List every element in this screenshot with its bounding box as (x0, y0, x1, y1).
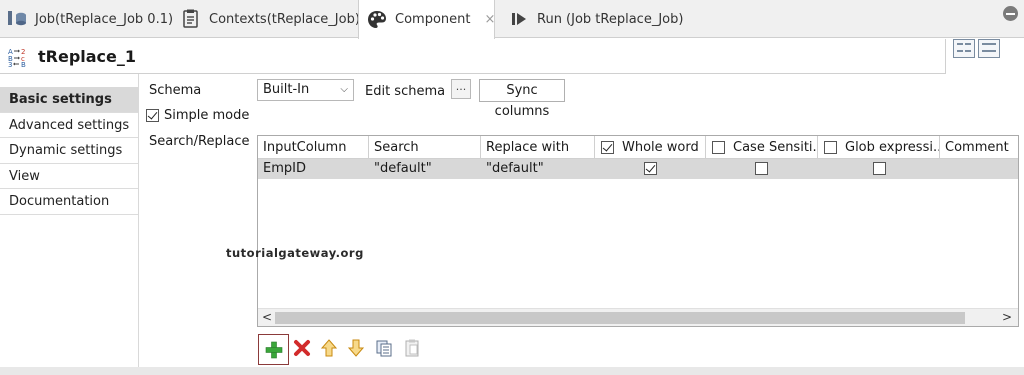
edit-schema-button[interactable]: ... (451, 79, 471, 99)
component-header: A B 3 2 c B tReplace_1 (0, 39, 946, 74)
col-case-sensitive-label: Case Sensiti... (733, 140, 818, 155)
schema-value: Built-In (263, 82, 310, 97)
cell-replace-with[interactable]: "default" (481, 159, 595, 179)
move-up-icon (320, 339, 338, 357)
nav-view[interactable]: View (0, 164, 138, 189)
col-input-column[interactable]: InputColumn (258, 136, 369, 159)
table-header: InputColumn Search Replace with Whole wo… (258, 136, 1018, 159)
search-replace-label: Search/Replace (149, 134, 250, 149)
scroll-left-icon[interactable]: < (262, 310, 272, 324)
editor-tab-strip: Job(tReplace_Job 0.1) Contexts(tReplace_… (0, 0, 1024, 39)
replace-component-icon: A B 3 2 c B (8, 46, 30, 69)
tab-contexts[interactable]: Contexts(tReplace_Job) (180, 0, 360, 38)
cell-input-column[interactable]: EmpID (258, 159, 369, 179)
horizontal-scrollbar[interactable]: < > (258, 308, 1018, 326)
nav-basic-settings[interactable]: Basic settings (0, 87, 138, 113)
sync-columns-button[interactable]: Sync columns (479, 79, 565, 119)
run-icon (508, 8, 530, 30)
watermark-text: tutorialgateway.org (226, 246, 364, 260)
tab-job-label: Job(tReplace_Job 0.1) (35, 11, 174, 27)
add-row-icon (265, 341, 282, 358)
col-replace-with[interactable]: Replace with (481, 136, 595, 159)
table-row[interactable]: EmpID "default" "default" (258, 159, 1018, 179)
delete-row-icon (294, 340, 310, 356)
scrollbar-thumb[interactable] (275, 312, 965, 324)
search-replace-table[interactable]: InputColumn Search Replace with Whole wo… (257, 135, 1019, 327)
edit-schema-label: Edit schema (365, 84, 446, 99)
tab-component[interactable]: Component × (358, 0, 495, 39)
move-up-button[interactable] (318, 337, 340, 359)
nav-divider (138, 74, 139, 374)
component-palette-icon (366, 9, 388, 31)
tab-run-label: Run (Job tReplace_Job) (537, 11, 684, 27)
col-search[interactable]: Search (369, 136, 481, 159)
svg-text:B: B (21, 61, 26, 68)
cell-case-sensitive-checkbox[interactable] (755, 162, 768, 175)
cell-glob-checkbox[interactable] (873, 162, 886, 175)
list-layout-icon[interactable] (978, 39, 1000, 58)
delete-row-button[interactable] (291, 337, 313, 359)
move-down-icon (347, 339, 365, 357)
case-sensitive-header-checkbox[interactable] (712, 141, 725, 154)
copy-icon (376, 340, 392, 357)
nav-advanced-settings[interactable]: Advanced settings (0, 113, 138, 138)
glob-header-checkbox[interactable] (824, 141, 837, 154)
cell-whole-word-checkbox[interactable] (644, 162, 657, 175)
svg-text:3: 3 (8, 61, 12, 68)
move-down-button[interactable] (345, 337, 367, 359)
schema-select[interactable]: Built-In ⌵ (257, 79, 354, 101)
tab-contexts-label: Contexts(tReplace_Job) (209, 11, 360, 27)
bottom-bar (0, 367, 1024, 375)
schema-label: Schema (149, 83, 202, 98)
paste-icon (405, 339, 419, 357)
settings-nav: Basic settings Advanced settings Dynamic… (0, 87, 138, 215)
paste-button[interactable] (401, 337, 423, 359)
job-icon (6, 8, 28, 30)
nav-documentation[interactable]: Documentation (0, 189, 138, 215)
copy-button[interactable] (373, 337, 395, 359)
scroll-right-icon[interactable]: > (1002, 310, 1012, 324)
contexts-icon (180, 8, 202, 30)
col-glob-expression-label: Glob expressi... (845, 140, 940, 155)
tab-run[interactable]: Run (Job tReplace_Job) (508, 0, 683, 38)
nav-dynamic-settings[interactable]: Dynamic settings (0, 138, 138, 164)
tab-component-label: Component (395, 12, 471, 27)
chevron-down-icon: ⌵ (340, 84, 348, 95)
cell-comment[interactable] (940, 159, 1018, 179)
cell-search[interactable]: "default" (369, 159, 481, 179)
simple-mode-label: Simple mode (164, 108, 250, 123)
tab-job[interactable]: Job(tReplace_Job 0.1) (6, 0, 173, 38)
whole-word-header-checkbox[interactable] (601, 141, 614, 154)
component-title: tReplace_1 (38, 47, 137, 66)
add-row-button[interactable] (258, 334, 289, 365)
col-comment[interactable]: Comment (940, 136, 1018, 159)
close-icon[interactable]: × (484, 12, 495, 27)
minimize-icon[interactable] (1003, 6, 1018, 21)
grid-layout-icon[interactable] (953, 39, 975, 58)
simple-mode-checkbox[interactable] (146, 109, 159, 122)
col-whole-word-label: Whole word (622, 140, 699, 155)
